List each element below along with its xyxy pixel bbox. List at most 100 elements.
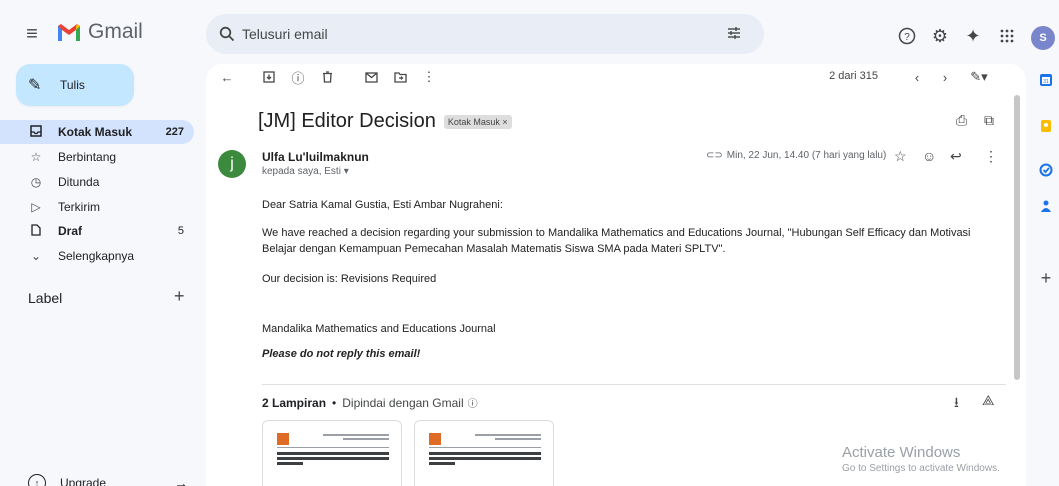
move-to-icon[interactable]	[391, 68, 409, 86]
star-icon: ☆	[30, 150, 42, 164]
side-panel: 31 +	[1032, 64, 1059, 486]
attachment-thumbnail[interactable]	[262, 420, 402, 486]
email-decision: Our decision is: Revisions Required	[262, 273, 437, 285]
svg-text:?: ?	[904, 32, 910, 43]
gmail-m-icon	[58, 24, 80, 41]
search-options-icon[interactable]	[726, 25, 742, 46]
tasks-icon[interactable]	[1038, 162, 1054, 178]
search-input[interactable]	[242, 26, 702, 42]
pagination-text: 2 dari 315	[829, 70, 878, 82]
sidebar-item-snoozed[interactable]: ◷ Ditunda	[0, 170, 194, 194]
add-to-drive-icon[interactable]: ⟁	[982, 392, 995, 409]
arrow-right-icon: →	[174, 475, 188, 486]
sidebar-item-drafts[interactable]: Draf 5	[0, 219, 194, 243]
scan-status: Dipindai dengan Gmail	[342, 395, 464, 410]
subject-text: [JM] Editor Decision	[258, 110, 436, 132]
sidebar-item-sent[interactable]: ▷ Terkirim	[0, 195, 194, 219]
date-text: Min, 22 Jun, 14.40 (7 hari yang lalu)	[726, 150, 887, 161]
message-view: ← ⓘ ⋮ 2 dari 315 ‹ › ✎▾ [JM] Editor Deci…	[206, 64, 1026, 486]
message-toolbar: ← ⓘ ⋮ 2 dari 315 ‹ › ✎▾	[206, 64, 1026, 90]
gmail-window: ≡ Gmail ? ⚙ ✦ S	[0, 0, 1059, 486]
attachments-count: 2 Lampiran	[262, 395, 327, 410]
help-icon[interactable]: ?	[893, 22, 921, 50]
main-menu-icon[interactable]: ≡	[20, 22, 44, 46]
account-avatar[interactable]: S	[1031, 26, 1055, 50]
sidebar-item-label: Kotak Masuk	[58, 125, 133, 139]
compose-button[interactable]: ✎ Tulis	[16, 64, 134, 106]
more-options-icon[interactable]: ⋮	[984, 148, 998, 165]
draft-count: 5	[177, 225, 184, 237]
recipients-details[interactable]: kepada saya, Esti ▾	[262, 166, 349, 177]
upgrade-label: Upgrade	[60, 476, 107, 486]
mark-unread-icon[interactable]	[362, 68, 380, 86]
watermark-subtitle: Go to Settings to activate Windows.	[842, 463, 1000, 474]
separator-dot: •	[332, 395, 337, 410]
contacts-icon[interactable]	[1038, 198, 1054, 214]
email-subject: [JM] Editor Decision Kotak Masuk ×	[258, 110, 512, 133]
chevron-left-icon[interactable]: ‹	[908, 68, 926, 86]
journal-logo-icon	[429, 433, 441, 445]
sidebar-item-label: Ditunda	[58, 175, 100, 189]
sidebar-item-starred[interactable]: ☆ Berbintang	[0, 145, 194, 169]
clock-icon: ◷	[30, 175, 42, 189]
settings-gear-icon[interactable]: ⚙	[926, 22, 954, 50]
attachments-divider	[262, 384, 1006, 385]
journal-logo-icon	[277, 433, 289, 445]
input-tools-icon[interactable]: ✎▾	[966, 68, 992, 86]
search-bar[interactable]	[206, 14, 764, 54]
calendar-icon[interactable]: 31	[1038, 72, 1054, 88]
attachment-clip-icon: ⊂⊃	[706, 150, 723, 161]
email-greeting: Dear Satria Kamal Gustia, Esti Ambar Nug…	[262, 199, 503, 211]
compose-label: Tulis	[60, 78, 85, 92]
gmail-logo[interactable]: Gmail	[56, 20, 143, 44]
reply-icon[interactable]: ↩	[950, 148, 962, 165]
download-all-icon[interactable]: ⭳	[954, 392, 959, 416]
sidebar-item-more[interactable]: ⌄ Selengkapnya	[0, 244, 194, 268]
chevron-right-icon[interactable]: ›	[936, 68, 954, 86]
open-new-window-icon[interactable]: ⧉	[984, 112, 994, 129]
inbox-label-chip[interactable]: Kotak Masuk ×	[443, 114, 512, 129]
more-vertical-icon[interactable]: ⋮	[420, 68, 438, 86]
unread-count: 227	[165, 126, 184, 138]
vertical-scrollbar[interactable]	[1014, 95, 1020, 380]
apps-grid-icon[interactable]	[993, 22, 1021, 50]
sidebar-item-label: Draf	[58, 224, 83, 238]
labels-heading: Label	[28, 290, 63, 306]
chevron-down-icon: ⌄	[30, 249, 42, 263]
draft-icon	[28, 223, 44, 239]
sidebar-item-label: Selengkapnya	[58, 249, 135, 263]
search-icon[interactable]	[218, 25, 236, 43]
report-spam-icon[interactable]: ⓘ	[289, 68, 307, 86]
sender-name[interactable]: Ulfa Lu'luilmaknun	[262, 150, 369, 164]
attachments-header: 2 Lampiran • Dipindai dengan Gmail ⓘ	[262, 395, 478, 411]
attachment-thumbnail[interactable]	[414, 420, 554, 486]
gemini-sparkle-icon[interactable]: ✦	[959, 22, 987, 50]
email-noreply-note: Please do not reply this email!	[262, 348, 421, 360]
email-journal-name: Mandalika Mathematics and Educations Jou…	[262, 323, 496, 335]
archive-icon[interactable]	[260, 68, 278, 86]
inbox-icon	[28, 124, 44, 140]
back-arrow-icon[interactable]: ←	[218, 68, 236, 86]
sidebar-item-label: Terkirim	[58, 200, 100, 214]
star-icon[interactable]: ☆	[894, 148, 907, 165]
info-icon[interactable]: ⓘ	[468, 395, 478, 410]
upgrade-icon: ↑	[28, 474, 46, 486]
sidebar: ✎ Tulis Kotak Masuk 227 ☆ Berbintang ◷ D…	[0, 64, 206, 486]
svg-text:31: 31	[1043, 79, 1049, 85]
trash-icon[interactable]	[318, 68, 336, 86]
email-paragraph: We have reached a decision regarding you…	[262, 227, 971, 255]
sidebar-item-label: Berbintang	[58, 150, 117, 164]
print-icon[interactable]: ⎙	[956, 112, 967, 129]
email-timestamp: ⊂⊃ Min, 22 Jun, 14.40 (7 hari yang lalu)	[706, 150, 886, 161]
pencil-icon: ✎	[28, 77, 42, 94]
app-name: Gmail	[88, 20, 143, 43]
sidebar-item-inbox[interactable]: Kotak Masuk 227	[0, 120, 194, 144]
emoji-reaction-icon[interactable]: ☺	[922, 148, 936, 164]
top-bar: ≡ Gmail ? ⚙ ✦ S	[0, 0, 1059, 64]
add-addon-icon[interactable]: +	[1038, 268, 1054, 288]
add-label-icon[interactable]: +	[174, 286, 185, 307]
upgrade-button[interactable]: ↑ Upgrade →	[28, 474, 188, 486]
keep-icon[interactable]	[1038, 118, 1054, 134]
sender-avatar[interactable]: j	[218, 150, 246, 178]
send-icon: ▷	[31, 200, 41, 214]
